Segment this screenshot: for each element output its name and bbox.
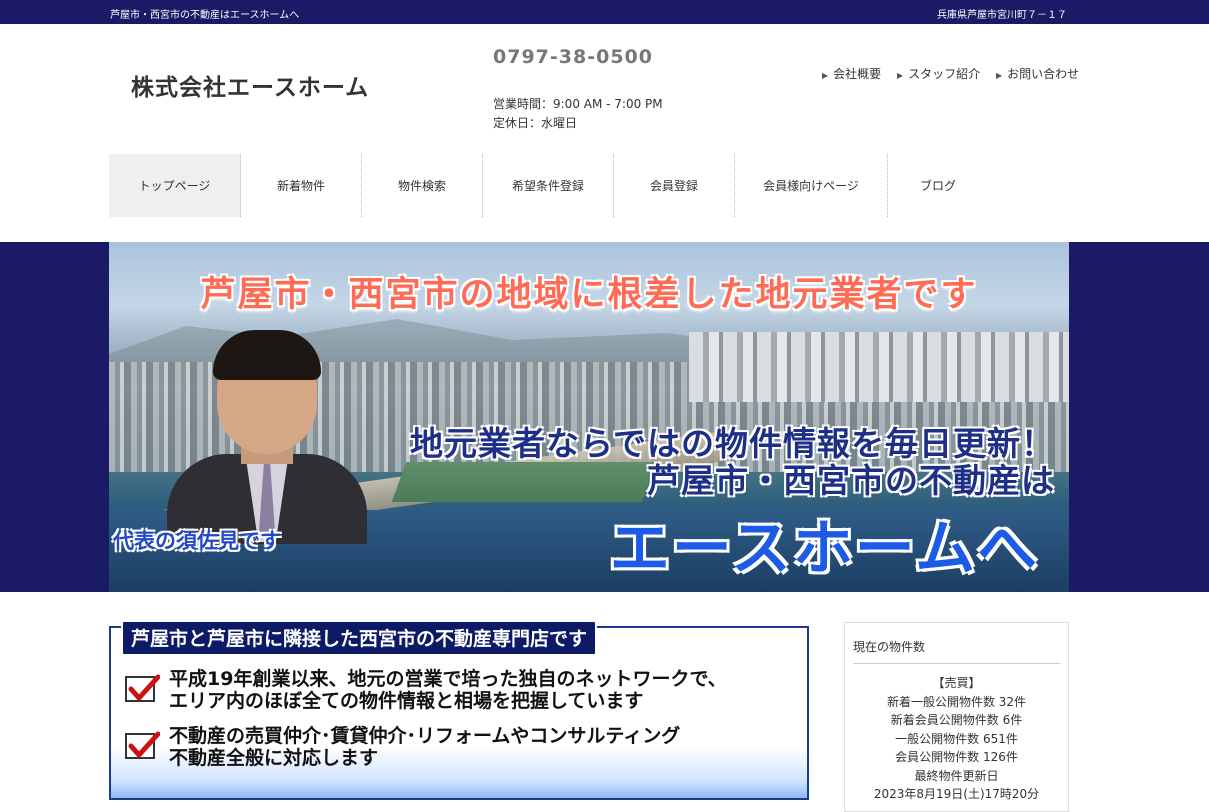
representative-photo bbox=[167, 304, 367, 544]
link-company-profile[interactable]: ▶ 会社概要 bbox=[822, 67, 881, 81]
intro-banner-heading: 芦屋市と芦屋市に隣接した西宮市の不動産専門店です bbox=[121, 620, 598, 656]
opening-hours: 営業時間：9:00 AM - 7:00 PM bbox=[493, 97, 663, 111]
property-count-widget: 現在の物件数 【売買】 新着一般公開物件数 32件 新着会員公開物件数 6件 一… bbox=[844, 622, 1069, 812]
site-logo[interactable]: 株式会社エースホーム bbox=[131, 68, 369, 102]
checkmark-icon bbox=[125, 731, 160, 759]
stat-last-updated-value: 2023年8月19日(土)17時20分 bbox=[873, 787, 1040, 801]
hero-caption: 代表の須佐見です bbox=[113, 529, 281, 553]
closed-day: 定休日：水曜日 bbox=[493, 116, 578, 130]
intro-point-1-line-2: エリア内のほぼ全ての物件情報と相場を把握しています bbox=[169, 690, 644, 712]
link-company-profile-label: 会社概要 bbox=[833, 67, 882, 81]
intro-point-1-line-1: 平成19年創業以来、地元の営業で培った独自のネットワークで、 bbox=[169, 668, 727, 690]
phone-number[interactable]: 0797-38-0500 bbox=[493, 46, 653, 68]
checkmark-icon bbox=[125, 674, 160, 702]
nav-item-member-registration[interactable]: 会員登録 bbox=[614, 154, 735, 217]
hero-brand-line: エースホームへ bbox=[609, 514, 1039, 584]
header-links: ▶ 会社概要 ▶ スタッフ紹介 ▶ お問い合わせ bbox=[822, 65, 1079, 82]
hero-banner: 芦屋市・西宮市の地域に根差した地元業者です 地元業者ならではの物件情報を毎日更新… bbox=[109, 242, 1069, 592]
intro-point-2-line-1: 不動産の売買仲介･賃貸仲介･リフォームやコンサルティング bbox=[169, 725, 681, 747]
intro-point-2-line-2: 不動産全般に対応します bbox=[169, 747, 379, 769]
intro-point-1-text: 平成19年創業以来、地元の営業で培った独自のネットワークで、 エリア内のほぼ全て… bbox=[169, 668, 727, 712]
business-hours: 営業時間：9:00 AM - 7:00 PM 定休日：水曜日 bbox=[493, 95, 663, 133]
link-contact-label: お問い合わせ bbox=[1007, 67, 1080, 81]
widget-stats: 【売買】 新着一般公開物件数 32件 新着会員公開物件数 6件 一般公開物件数 … bbox=[845, 674, 1068, 804]
link-staff-label: スタッフ紹介 bbox=[908, 67, 981, 81]
nav-item-members-page[interactable]: 会員様向けページ bbox=[735, 154, 888, 217]
link-staff[interactable]: ▶ スタッフ紹介 bbox=[897, 67, 980, 81]
triangle-right-icon: ▶ bbox=[822, 71, 829, 80]
stat-public: 一般公開物件数 651件 bbox=[895, 731, 1018, 746]
triangle-right-icon: ▶ bbox=[996, 71, 1003, 80]
nav-item-property-search[interactable]: 物件検索 bbox=[362, 154, 483, 217]
main-nav: トップページ 新着物件 物件検索 希望条件登録 会員登録 会員様向けページ ブロ… bbox=[109, 154, 988, 217]
hero-towers bbox=[689, 332, 1069, 402]
stat-section-label: 【売買】 bbox=[932, 676, 981, 690]
widget-title: 現在の物件数 bbox=[853, 640, 926, 654]
hero-headline: 芦屋市・西宮市の地域に根差した地元業者です bbox=[200, 275, 978, 315]
triangle-right-icon: ▶ bbox=[897, 71, 904, 80]
stat-last-updated-label: 最終物件更新日 bbox=[914, 768, 999, 783]
top-bar-tagline: 芦屋市・西宮市の不動産はエースホームへ bbox=[110, 10, 300, 21]
hair bbox=[213, 330, 321, 380]
widget-divider bbox=[853, 663, 1060, 664]
hero-sports-field bbox=[391, 462, 657, 502]
link-contact[interactable]: ▶ お問い合わせ bbox=[996, 67, 1079, 81]
intro-banner: 芦屋市と芦屋市に隣接した西宮市の不動産専門店です 平成19年創業以来、地元の営業… bbox=[109, 620, 809, 800]
intro-point-2-text: 不動産の売買仲介･賃貸仲介･リフォームやコンサルティング 不動産全般に対応します bbox=[169, 725, 680, 769]
top-bar-address: 兵庫県芦屋市宮川町７－１７ bbox=[937, 10, 1067, 21]
stat-new-member: 新着会員公開物件数 6件 bbox=[890, 713, 1023, 727]
top-bar: 芦屋市・西宮市の不動産はエースホームへ 兵庫県芦屋市宮川町７－１７ bbox=[0, 0, 1209, 24]
stat-member: 会員公開物件数 126件 bbox=[895, 750, 1018, 764]
nav-item-blog[interactable]: ブログ bbox=[888, 154, 988, 217]
nav-item-top[interactable]: トップページ bbox=[109, 154, 241, 217]
hero-line-3: 芦屋市・西宮市の不動産は bbox=[647, 461, 1055, 500]
nav-item-new-listings[interactable]: 新着物件 bbox=[241, 154, 362, 217]
stat-new-public: 新着一般公開物件数 32件 bbox=[886, 694, 1027, 709]
nav-item-wish-registration[interactable]: 希望条件登録 bbox=[483, 154, 614, 217]
